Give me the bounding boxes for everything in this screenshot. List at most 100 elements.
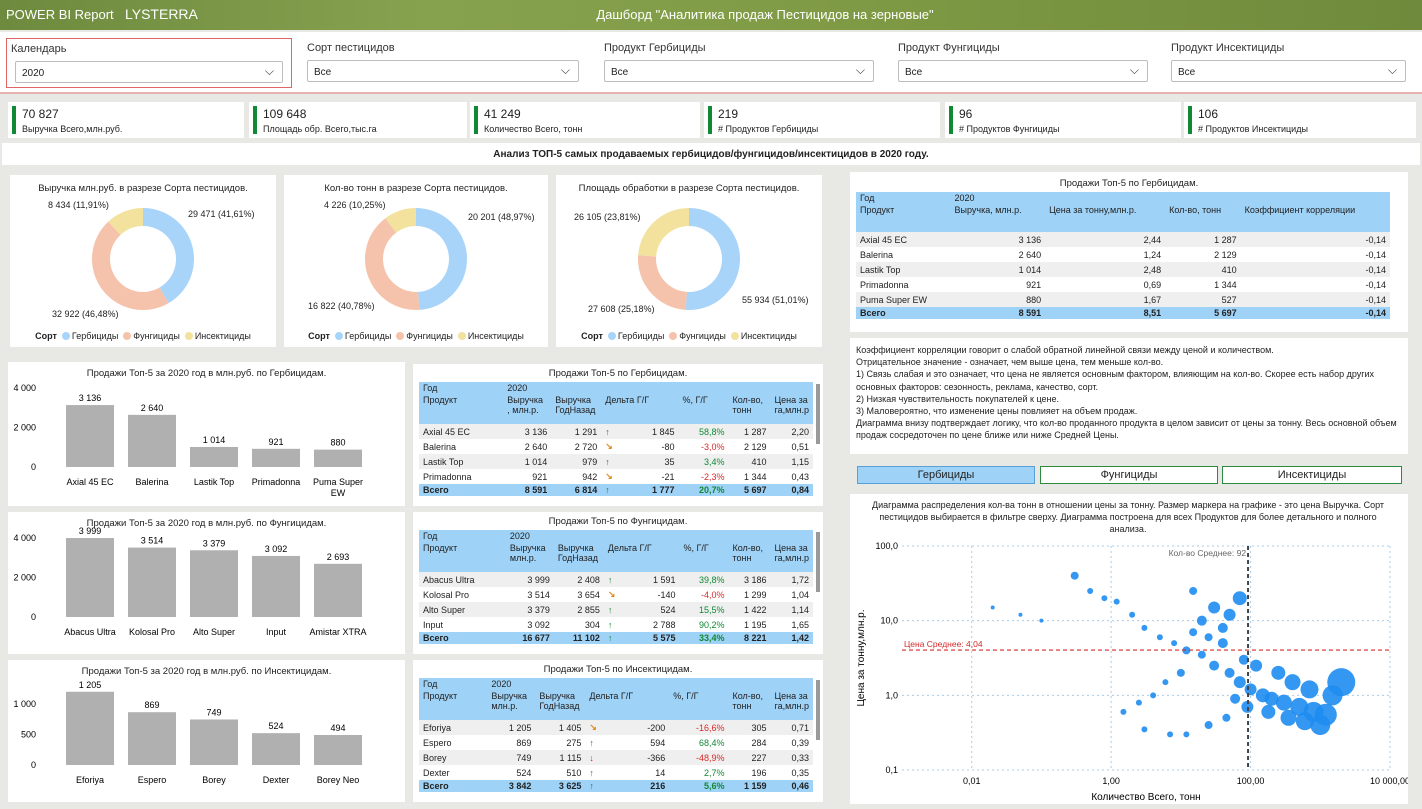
donut-slice[interactable] — [638, 255, 687, 310]
table-row[interactable]: Axial 45 EC 3 136 1 291 ↑ 1 845 58,8% 1 287 2,2… — [419, 424, 813, 439]
scatter-point[interactable] — [990, 605, 995, 610]
table-row[interactable]: Alto Super 3 379 2 855 ↑ 524 15,5% 1 422 1,14 — [419, 602, 813, 617]
bar[interactable] — [128, 414, 176, 467]
bar[interactable] — [252, 555, 300, 617]
scatter-point[interactable] — [1120, 708, 1127, 715]
table-row[interactable]: Lastik Top 1 014 979 ↑ 35 3,4% 410 1,15 — [419, 454, 813, 469]
table-row[interactable]: Dexter 524 510 ↑ 14 2,7% 196 0,35 — [419, 765, 813, 780]
scatter-point[interactable] — [1070, 571, 1079, 580]
fungicide-select[interactable]: Все ⌵ — [898, 60, 1148, 82]
scatter-point[interactable] — [1310, 715, 1331, 736]
scrollbar[interactable] — [816, 384, 820, 444]
tab-fungicides[interactable]: Фунгициды — [1040, 466, 1218, 484]
bar[interactable] — [314, 563, 362, 617]
scatter-point[interactable] — [1300, 680, 1319, 699]
tab-insecticides[interactable]: Инсектициды — [1222, 466, 1402, 484]
scatter-point[interactable] — [1189, 628, 1198, 637]
table-row[interactable]: Balerina 2 640 2 720 ↘ -80 -3,0% 2 129 0,51 — [419, 439, 813, 454]
scatter-point[interactable] — [1271, 665, 1286, 680]
scatter-point[interactable] — [1208, 601, 1221, 614]
bar[interactable] — [66, 691, 114, 765]
scatter-point[interactable] — [1196, 615, 1207, 626]
bar-value-label: 2 640 — [141, 403, 164, 413]
bar[interactable] — [252, 733, 300, 765]
scatter-point[interactable] — [1162, 679, 1169, 686]
bar[interactable] — [190, 550, 238, 617]
scatter-point[interactable] — [1209, 660, 1220, 671]
scatter-point[interactable] — [1232, 591, 1247, 606]
scatter-point[interactable] — [1183, 731, 1190, 738]
scatter-point[interactable] — [1189, 586, 1198, 595]
table-row[interactable]: Eforiya 1 205 1 405 ↘ -200 -16,6% 305 0,71 — [419, 720, 813, 735]
scatter-point[interactable] — [1135, 699, 1142, 706]
bar[interactable] — [128, 712, 176, 765]
donut-slice[interactable] — [92, 221, 169, 310]
scrollbar[interactable] — [816, 532, 820, 592]
table-row[interactable]: Balerina 2 640 1,24 2 129 -0,14 — [856, 247, 1390, 262]
note-line: Диаграмма внизу подтверждает логику, что… — [856, 418, 1397, 441]
donut-slice[interactable] — [638, 208, 689, 257]
scatter-point[interactable] — [1223, 608, 1236, 621]
bar[interactable] — [252, 448, 300, 467]
table-row[interactable]: Input 3 092 304 ↑ 2 788 90,2% 1 195 1,65 — [419, 617, 813, 632]
table-header-row: Продукт Выручка млн.р. Выручка ГодНазад Дел… — [419, 690, 813, 720]
bar[interactable] — [190, 719, 238, 765]
scatter-point[interactable] — [1150, 692, 1157, 699]
bar[interactable] — [314, 734, 362, 765]
bar[interactable] — [128, 547, 176, 617]
donut-slice[interactable] — [365, 218, 420, 310]
scatter-point[interactable] — [1113, 598, 1120, 605]
scatter-point[interactable] — [1156, 634, 1163, 641]
scatter-point[interactable] — [1167, 731, 1174, 738]
herbicide-select[interactable]: Все ⌵ — [604, 60, 874, 82]
scatter-point[interactable] — [1101, 595, 1108, 602]
bar[interactable] — [66, 538, 114, 617]
scatter-point[interactable] — [1280, 709, 1297, 726]
scatter-point[interactable] — [1217, 638, 1228, 649]
scatter-point[interactable] — [1244, 683, 1257, 696]
donut-slice[interactable] — [685, 208, 740, 310]
table-row[interactable]: Kolosal Pro 3 514 3 654 ↘ -140 -4,0% 1 299 1,04 — [419, 587, 813, 602]
scatter-point[interactable] — [1171, 640, 1178, 647]
table-row[interactable]: Primadonna 921 0,69 1 344 -0,14 — [856, 277, 1390, 292]
table-row[interactable]: Abacus Ultra 3 999 2 408 ↑ 1 591 39,8% 3 186 1,… — [419, 572, 813, 587]
scatter-point[interactable] — [1217, 622, 1228, 633]
table-row[interactable]: Borey 749 1 115 ↓ -366 -48,9% 227 0,33 — [419, 750, 813, 765]
donut-slice[interactable] — [143, 208, 195, 304]
sort-select[interactable]: Все ⌵ — [307, 60, 579, 82]
scatter-point[interactable] — [1141, 624, 1148, 631]
scatter-point[interactable] — [1250, 659, 1263, 672]
scatter-point[interactable] — [1275, 694, 1292, 711]
scatter-point[interactable] — [1261, 704, 1276, 719]
scrollbar[interactable] — [816, 680, 820, 740]
scatter-point[interactable] — [1176, 668, 1185, 677]
table-row[interactable]: Axial 45 EC 3 136 2,44 1 287 -0,14 — [856, 232, 1390, 247]
scatter-point[interactable] — [1204, 721, 1213, 730]
scatter-point[interactable] — [1141, 726, 1148, 733]
scatter-point[interactable] — [1039, 618, 1044, 623]
tab-herbicides[interactable]: Гербициды — [857, 466, 1035, 484]
scatter-point[interactable] — [1230, 693, 1241, 704]
table-row[interactable]: Puma Super EW 880 1,67 527 -0,14 — [856, 292, 1390, 307]
scatter-point[interactable] — [1018, 612, 1023, 617]
bar[interactable] — [190, 446, 238, 467]
scatter-point[interactable] — [1322, 685, 1343, 706]
scatter-point[interactable] — [1233, 676, 1246, 689]
scatter-point[interactable] — [1197, 650, 1206, 659]
scatter-point[interactable] — [1284, 674, 1301, 691]
scatter-point[interactable] — [1224, 667, 1235, 678]
table-row[interactable]: Lastik Top 1 014 2,48 410 -0,14 — [856, 262, 1390, 277]
table-wrapper: Год 2020 Продукт Выручка, млн.р. Цена за тон… — [856, 192, 1390, 319]
scatter-point[interactable] — [1204, 633, 1213, 642]
calendar-select[interactable]: 2020 ⌵ — [15, 61, 283, 83]
scatter-point[interactable] — [1222, 713, 1231, 722]
bar[interactable] — [66, 405, 114, 467]
scatter-point[interactable] — [1129, 611, 1136, 618]
table-row[interactable]: Primadonna 921 942 ↘ -21 -2,3% 1 344 0,43 — [419, 469, 813, 484]
bar[interactable] — [314, 449, 362, 467]
insecticide-select[interactable]: Все ⌵ — [1171, 60, 1406, 82]
bar-value-label: 3 092 — [265, 544, 288, 554]
donut-slice[interactable] — [416, 208, 468, 310]
scatter-point[interactable] — [1087, 587, 1094, 594]
table-row[interactable]: Espero 869 275 ↑ 594 68,4% 284 0,39 — [419, 735, 813, 750]
